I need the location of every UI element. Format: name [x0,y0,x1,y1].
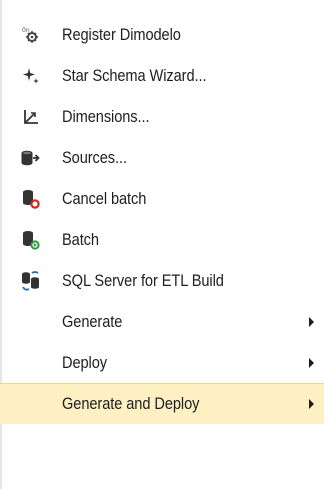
submenu-arrow-icon [309,316,314,327]
menu-item-label: Generate [62,311,123,331]
menu-item-sources[interactable]: Sources... [0,137,324,178]
register-icon: 0n [20,24,42,46]
sources-database-arrow-icon [20,147,42,169]
menu-item-label: Register Dimodelo [62,24,181,44]
menu-item-label: Sources... [62,147,127,167]
menu-item-batch[interactable]: Batch [0,219,324,260]
menu-item-dimensions[interactable]: Dimensions... [0,96,324,137]
batch-run-icon [20,229,42,251]
menu-item-label: SQL Server for ETL Build [62,270,224,290]
menu-item-label: Star Schema Wizard... [62,65,207,85]
menu-item-sql-server-etl-build[interactable]: SQL Server for ETL Build [0,260,324,301]
menu-item-star-schema-wizard[interactable]: Star Schema Wizard... [0,55,324,96]
menu-item-label: Deploy [62,352,108,372]
menu-item-label: Generate and Deploy [62,394,200,413]
menu-item-label: Batch [62,229,99,249]
wizard-sparkle-icon [20,65,42,87]
dimensions-axis-icon [20,106,42,128]
menu-item-register-dimodelo[interactable]: 0n Register Dimodelo [0,14,324,55]
menu-item-deploy[interactable]: Deploy [0,342,324,383]
cancel-batch-icon [20,188,42,210]
submenu-arrow-icon [309,399,314,409]
context-menu: 0n Register Dimodelo Star Schema Wizard.… [0,0,324,489]
submenu-arrow-icon [309,357,314,368]
menu-item-label: Dimensions... [62,106,150,126]
menu-item-generate-and-deploy[interactable]: Generate and Deploy [0,383,324,424]
menu-item-generate[interactable]: Generate [0,301,324,342]
menu-item-cancel-batch[interactable]: Cancel batch [0,178,324,219]
sql-server-sync-icon [20,270,42,292]
menu-item-label: Cancel batch [62,188,147,208]
